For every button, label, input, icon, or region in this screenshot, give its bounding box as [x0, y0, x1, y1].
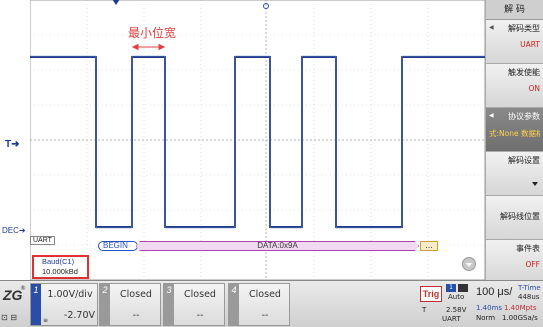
- decode-begin-frame: BEGIN: [98, 241, 138, 251]
- coupling-icon: ≡: [43, 317, 49, 324]
- memory-depth: 1.40Mpts: [504, 304, 537, 312]
- menu-item-decode-settings[interactable]: 解码设置: [486, 152, 543, 196]
- decode-line-marker[interactable]: DEC➜: [2, 226, 26, 235]
- menu-item-key: 解码类型: [508, 24, 540, 33]
- menu-item-decode-type[interactable]: ◀ 解码类型 UART: [486, 20, 543, 64]
- baud-rate-label: Baud(C1): [42, 257, 75, 266]
- menu-item-value: UART: [520, 40, 540, 49]
- menu-title: 解 码: [486, 0, 543, 20]
- chevron-down-icon: [532, 182, 538, 186]
- menu-item-protocol-params[interactable]: ◀ 协议参数 式:None 数据格: [486, 108, 543, 152]
- channel-number: 3: [164, 284, 174, 325]
- left-margin: T➜ DEC➜: [0, 0, 30, 280]
- graticule: [30, 0, 485, 280]
- channel-offset: --: [261, 310, 269, 321]
- scroll-down-icon[interactable]: [462, 257, 476, 271]
- menu-item-key: 协议参数: [508, 112, 540, 121]
- trigger-panel[interactable]: Trig 1 Auto T 2.58V UART: [420, 284, 472, 324]
- min-bit-width-annotation: 最小位宽: [128, 26, 177, 40]
- menu-item-decode-line-position[interactable]: 解码线位置: [486, 196, 543, 240]
- decode-menu: 解 码 ◀ 解码类型 UART 触发使能 ON ◀ 协议参数 式:None 数据…: [485, 0, 543, 284]
- trigger-source: 1: [446, 284, 456, 292]
- channel-3-panel[interactable]: 3 Closed --: [163, 283, 225, 326]
- channel-status: Closed: [249, 289, 281, 300]
- caret-left-icon: ◀: [489, 24, 494, 31]
- decode-line-label: DEC: [2, 226, 19, 235]
- decode-data-frame: DATA:0x9A: [136, 241, 419, 251]
- rising-edge-icon: [458, 284, 468, 292]
- menu-item-key: 解码线位置: [500, 212, 540, 221]
- menu-item-value: OFF: [525, 260, 540, 269]
- registered-icon: ®: [20, 285, 26, 292]
- channel-number: 1: [31, 284, 41, 325]
- channel-4-panel[interactable]: 4 Closed --: [228, 283, 290, 326]
- menu-item-event-table[interactable]: 事件表 OFF: [486, 240, 543, 284]
- trigger-position-marker[interactable]: [112, 0, 120, 5]
- trigger-level-marker[interactable]: T➜: [5, 139, 20, 150]
- menu-item-key: 触发使能: [508, 68, 540, 77]
- channel-offset: -2.70V: [63, 310, 95, 321]
- trigger-t-label: T: [422, 306, 427, 314]
- timebase-scale: 100 μs/: [476, 286, 513, 298]
- channel-status: Closed: [120, 289, 152, 300]
- decode-bus-line: BEGIN DATA:0x9A ...: [98, 241, 473, 251]
- trigger-status: Trig: [420, 286, 442, 302]
- trigger-protocol: UART: [442, 315, 461, 323]
- caret-left-icon: ◀: [489, 112, 494, 119]
- waveform-display[interactable]: 最小位宽 UART BEGIN DATA:0x9A ... Baud(C1) 1…: [30, 0, 485, 280]
- channel-number: 2: [100, 284, 110, 325]
- menu-item-value: 式:None 数据格: [489, 129, 540, 138]
- system-status-icons: ⊡ ⊟: [1, 313, 17, 322]
- channel-offset: --: [132, 310, 140, 321]
- decode-protocol-tag: UART: [30, 236, 55, 245]
- arrow-right-icon: ➜: [11, 139, 20, 150]
- channel-status: Closed: [184, 289, 216, 300]
- arrow-right-icon: ➜: [18, 226, 26, 235]
- menu-item-value: ON: [528, 84, 540, 93]
- trigger-sweep: Auto: [448, 293, 465, 301]
- channel-offset: --: [196, 310, 204, 321]
- baud-rate-readout: Baud(C1) 10.000kBd: [32, 255, 89, 279]
- trigger-time-value: 448us: [518, 293, 540, 301]
- trigger-time-label: T-Time: [518, 284, 541, 292]
- channel-1-panel[interactable]: 1 1.00V/div -2.70V ≡: [30, 283, 98, 326]
- acquire-mode: Norm: [476, 314, 496, 322]
- sample-rate: 1.00GSa/s: [502, 314, 538, 322]
- decode-more-frame: ...: [420, 241, 438, 251]
- channel-volts-div: 1.00V/div: [47, 289, 93, 300]
- channel-2-panel[interactable]: 2 Closed --: [99, 283, 161, 326]
- menu-item-key: 解码设置: [508, 156, 540, 165]
- menu-item-key: 事件表: [516, 244, 540, 253]
- trigger-level: 2.58V: [446, 306, 467, 314]
- menu-item-trigger-enable[interactable]: 触发使能 ON: [486, 64, 543, 108]
- channel-number: 4: [229, 284, 239, 325]
- timebase-panel[interactable]: 100 μs/ T-Time 448us 1.40ms 1.40Mpts Nor…: [474, 284, 543, 324]
- baud-rate-value: 10.000kBd: [42, 267, 78, 276]
- time-span: 1.40ms: [476, 304, 503, 312]
